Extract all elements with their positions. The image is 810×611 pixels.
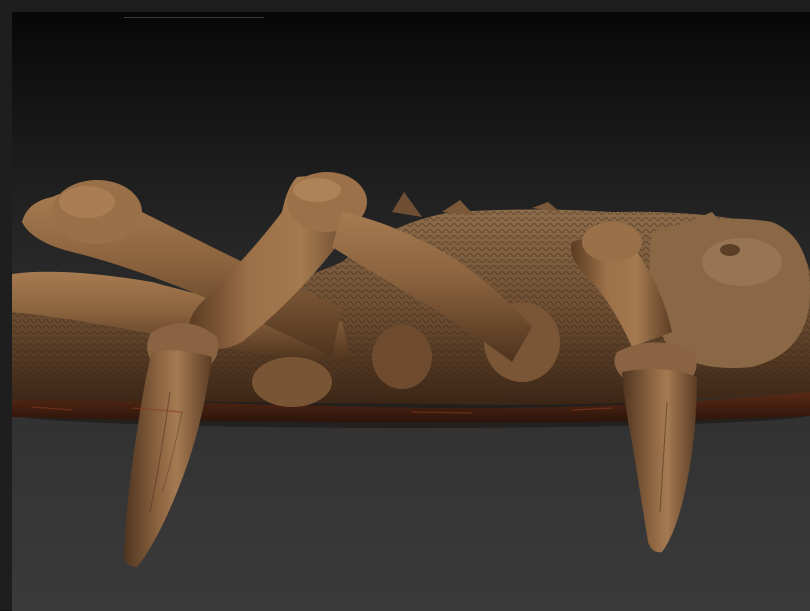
knee-bulge xyxy=(252,357,332,407)
window-frame xyxy=(0,0,810,610)
back-spike xyxy=(442,200,474,215)
right-knuckle xyxy=(582,222,642,262)
knee-bulge xyxy=(372,325,432,389)
creature-sculpt-render xyxy=(12,12,810,611)
right-claw xyxy=(622,369,697,552)
knuckle-highlight xyxy=(293,178,341,202)
3d-viewport[interactable] xyxy=(12,12,810,611)
elbow-highlight xyxy=(59,186,115,218)
eye-ridge xyxy=(720,244,740,256)
back-spike xyxy=(392,192,422,217)
head-highlight xyxy=(702,238,782,286)
